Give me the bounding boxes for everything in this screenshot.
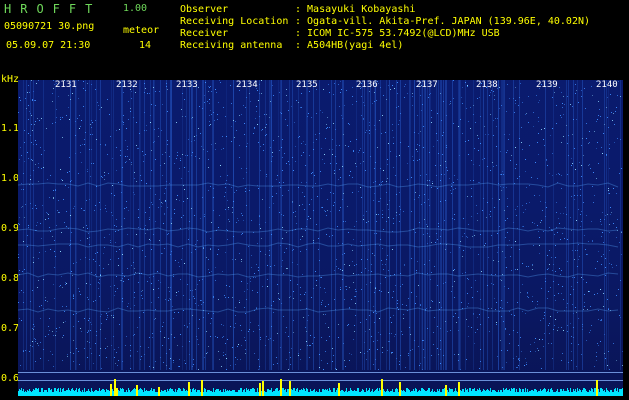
time-tick: 2138 [476,80,498,90]
time-tick: 2136 [356,80,378,90]
y-axis-label: kHz [1,74,20,85]
y-tick: 0.9 [1,223,20,234]
spectrogram-image [18,80,623,396]
time-tick: 2139 [536,80,558,90]
antenna-value: : A504HB(yagi 4el) [295,40,404,51]
observer-value: : Masayuki Kobayashi [295,4,416,15]
y-tick: 1.1 [1,123,20,134]
time-tick: 2140 [596,80,618,90]
datetime: 05.09.07 21:30 [6,40,91,51]
observer-label: Observer [180,4,229,15]
app-title: HROFFT [4,2,102,16]
location-value: : Ogata-vill. Akita-Pref. JAPAN (139.96E… [295,16,591,27]
time-tick: 2134 [236,80,258,90]
app-version: 1.00 [123,3,148,14]
time-tick: 2133 [176,80,198,90]
y-tick: 1.0 [1,173,20,184]
y-tick: 0.6 [1,373,20,384]
filename: 05090721 30.png [4,21,95,32]
receiver-label: Receiver [180,28,229,39]
meteor-count: 14 [139,40,152,51]
time-tick: 2131 [55,80,77,90]
y-tick: 0.7 [1,323,20,334]
y-tick: 0.8 [1,273,20,284]
time-tick: 2132 [116,80,138,90]
spectrogram-panel [18,80,623,396]
time-tick: 2137 [416,80,438,90]
time-tick: 2135 [296,80,318,90]
receiver-value: : ICOM IC-575 53.7492(@LCD)MHz USB [295,28,500,39]
meteor-label: meteor [123,25,160,36]
location-label: Receiving Location [180,16,289,27]
antenna-label: Receiving antenna [180,40,283,51]
